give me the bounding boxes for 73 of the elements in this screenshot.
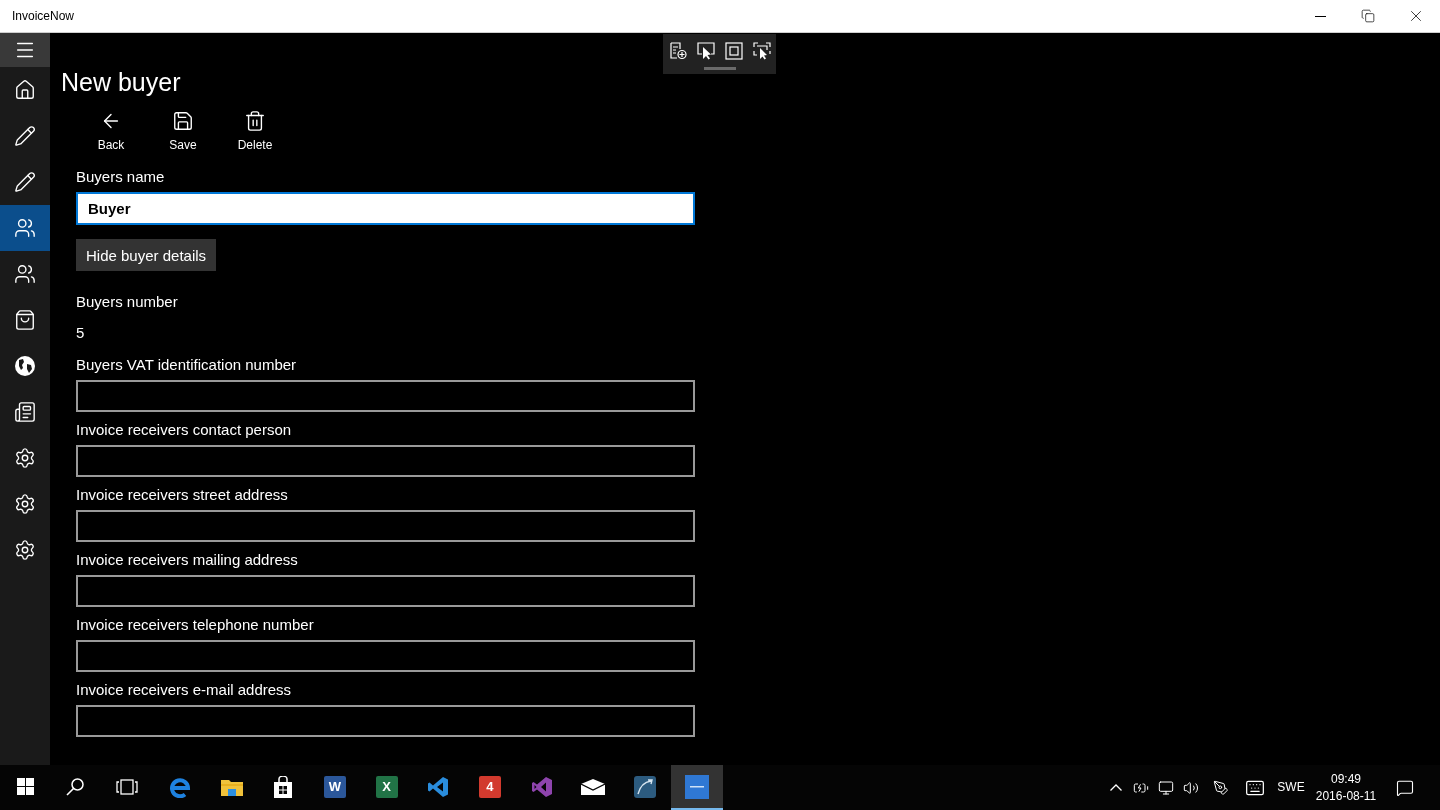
pen-icon — [1213, 779, 1229, 796]
field-label: Invoice receivers mailing address — [76, 550, 298, 570]
letter-tile: X — [375, 775, 398, 798]
field-value: 5 — [76, 323, 85, 343]
field-label: Invoice receivers street address — [76, 485, 288, 505]
folder-icon — [220, 777, 243, 796]
clock-button[interactable]: 09:49 2016-08-11 — [1310, 765, 1382, 810]
input-field[interactable]: Buyer — [76, 192, 695, 225]
home-icon — [14, 79, 36, 101]
back-button[interactable]: Back — [75, 102, 147, 160]
toolbar-button[interactable] — [697, 42, 715, 60]
shopping-bag-icon — [273, 775, 294, 798]
square-tile-icon — [684, 774, 709, 799]
menu-button[interactable] — [0, 33, 50, 67]
minimize-icon — [1314, 15, 1326, 17]
save-button[interactable]: Save — [147, 102, 219, 160]
globe-icon — [14, 355, 36, 377]
chevron-up-icon — [1110, 784, 1122, 791]
taskbar-app-button[interactable] — [670, 765, 723, 810]
hide-details-button[interactable]: Hide buyer details — [76, 239, 217, 271]
toolbar-button[interactable] — [753, 42, 771, 60]
input-field[interactable] — [76, 575, 695, 607]
toolbar-button[interactable] — [669, 42, 687, 60]
four-panes-icon — [16, 778, 34, 795]
window-title: InvoiceNow — [12, 9, 75, 23]
language-button[interactable]: SWE — [1272, 765, 1310, 810]
e-logo-icon — [168, 775, 191, 798]
pointer-corners-icon — [753, 42, 771, 60]
pencil-icon — [14, 171, 36, 193]
letter-tile: 4 — [478, 775, 501, 798]
trash-icon — [244, 110, 266, 132]
input-field[interactable] — [76, 380, 695, 412]
sidebar-item[interactable] — [0, 205, 50, 251]
ribbon-logo-icon — [427, 775, 450, 798]
search-icon — [66, 777, 84, 796]
newspaper-icon — [14, 401, 36, 423]
field-label: Invoice receivers telephone number — [76, 615, 314, 635]
field-label: Invoice receivers contact person — [76, 420, 292, 440]
envelope-icon — [581, 778, 606, 795]
taskbar-app-button[interactable]: W — [309, 765, 361, 810]
field-label: Buyers name — [76, 167, 165, 187]
taskbar-app-button[interactable]: 4 — [464, 765, 516, 810]
pointer-frame-icon — [697, 42, 715, 60]
ribbon-logo-icon — [530, 775, 553, 798]
monitor-icon — [1157, 779, 1174, 796]
settings-icon — [14, 493, 36, 515]
people-icon — [14, 217, 36, 239]
taskbar-app-button[interactable]: X — [360, 765, 413, 810]
save-icon — [172, 110, 194, 132]
notification-icon — [1396, 778, 1414, 797]
page-title: New buyer — [61, 67, 181, 98]
field-label: Buyers number — [76, 292, 178, 312]
input-field[interactable] — [76, 705, 695, 737]
settings-icon — [14, 447, 36, 469]
restore-icon — [1361, 9, 1375, 23]
people-icon — [14, 263, 36, 285]
nested-square-icon — [725, 42, 743, 60]
input-field[interactable] — [76, 510, 695, 542]
settings-icon — [14, 539, 36, 561]
toolbar-button[interactable] — [725, 42, 743, 60]
pencil-icon — [14, 125, 36, 147]
drag-handle[interactable] — [704, 67, 736, 70]
input-field[interactable] — [76, 445, 695, 477]
task-view-icon — [116, 778, 138, 795]
arrow-tile-icon — [634, 775, 657, 798]
field-label: Invoice receivers e-mail address — [76, 680, 292, 700]
field-label: Buyers VAT identification number — [76, 355, 297, 375]
volume-icon — [1183, 779, 1199, 796]
input-field[interactable] — [76, 640, 695, 672]
letter-tile: W — [323, 775, 346, 798]
shopping-bag-icon — [14, 309, 36, 331]
delete-button[interactable]: Delete — [219, 102, 291, 160]
list-plus-icon — [669, 42, 687, 60]
